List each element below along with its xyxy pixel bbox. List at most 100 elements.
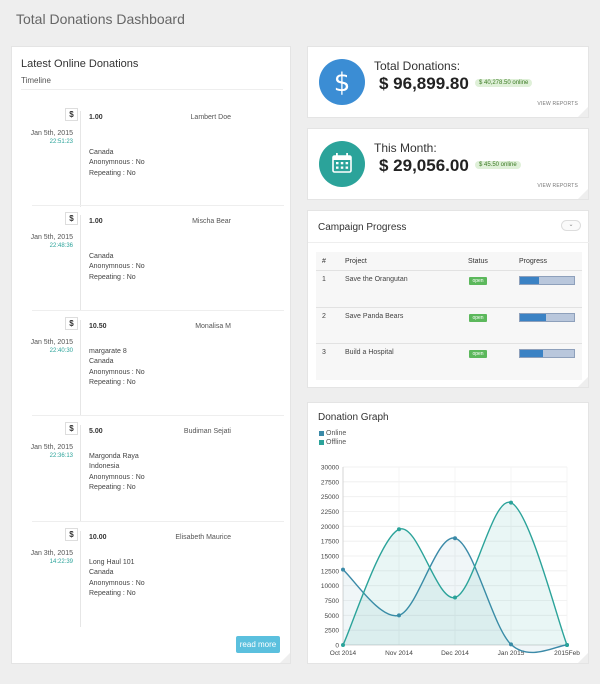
donations-panel: Latest Online Donations Timeline $1.00 La…: [11, 46, 291, 664]
donation-time: 22:36:13: [49, 453, 73, 459]
donor-name: Budiman Sejati: [183, 428, 231, 435]
donation-date: Jan 3th, 2015: [30, 550, 73, 557]
donation-detail: Repeating : No: [89, 589, 136, 597]
campaign-progress-panel: Campaign Progress ⌄ # Project Status Pro…: [307, 210, 590, 388]
donations-title: Latest Online Donations: [21, 58, 139, 70]
total-donations-label: Total Donations:: [374, 59, 461, 73]
donations-subtitle: Timeline: [21, 76, 51, 85]
timeline-line: [80, 111, 81, 207]
donation-entry: $1.00 Mischa Bear Jan 5th, 2015 22:48:36 Can…: [12, 205, 292, 311]
calendar-icon: [319, 141, 365, 187]
y-tick-label: 7500: [325, 598, 340, 605]
status-badge: open: [469, 350, 487, 358]
view-reports-link[interactable]: VIEW REPORTS: [537, 101, 578, 107]
donation-detail: Anonymnous : No: [89, 263, 145, 271]
col-header-project: Project: [345, 258, 367, 265]
table-row-divider: [316, 307, 582, 308]
donation-date: Jan 5th, 2015: [30, 130, 73, 137]
y-tick-label: 17500: [321, 539, 339, 546]
donation-graph-panel: Donation Graph Online Offline 0 2500 5000 7…: [307, 402, 589, 664]
this-month-value: $ 29,056.00: [379, 156, 469, 175]
donation-chart: 0 2500 5000 7500 10000 12500 15000 17500 20000 22…: [321, 465, 580, 658]
donation-amount: 10.00: [89, 534, 107, 541]
donation-time: 22:51:23: [49, 139, 73, 145]
donation-detail: Canada: [89, 358, 114, 366]
donation-date: Jan 5th, 2015: [30, 234, 73, 241]
total-donations-card: $ Total Donations: $ 96,899.80 $ 40,278.…: [307, 46, 589, 118]
y-tick-label: 27500: [321, 479, 339, 486]
donation-detail: Canada: [89, 149, 114, 156]
progress-bar-fill: [520, 350, 543, 357]
col-header-num: #: [322, 258, 326, 265]
donor-name: Elisabeth Maurice: [175, 534, 231, 541]
y-tick-label: 0: [335, 643, 339, 650]
donation-date: Jan 5th, 2015: [30, 444, 73, 451]
donation-amount: 1.00: [89, 114, 103, 121]
y-tick-label: 25000: [321, 494, 339, 501]
timeline-line: [80, 425, 81, 521]
donation-detail: margarate 8: [89, 348, 127, 355]
timeline-line: [80, 320, 81, 416]
donor-name: Monalisa M: [195, 323, 231, 330]
table-row-divider: [316, 343, 582, 344]
divider: [21, 89, 283, 90]
row-number: 2: [322, 313, 326, 320]
data-point-offline: [453, 595, 457, 600]
page-title: Total Donations Dashboard: [16, 11, 185, 27]
progress-bar-fill: [520, 314, 546, 321]
resize-corner: [578, 189, 588, 199]
x-tick-label: Dec 2014: [441, 650, 469, 657]
progress-bar: [519, 313, 575, 322]
divider: [32, 521, 284, 522]
donation-time: 22:40:30: [49, 348, 73, 354]
total-donations-value: $ 96,899.80: [379, 74, 469, 93]
view-reports-link[interactable]: VIEW REPORTS: [537, 183, 578, 189]
donation-entry: $10.50 Monalisa M Jan 5th, 2015 22:40:30 mar…: [12, 310, 292, 416]
row-project[interactable]: Save Panda Bears: [345, 313, 403, 320]
y-tick-label: 15000: [321, 554, 339, 561]
table-row-divider: [316, 270, 582, 271]
total-online-badge: $ 40,278.50 online: [475, 79, 533, 87]
y-tick-label: 10000: [321, 583, 339, 590]
status-badge: open: [469, 277, 487, 285]
resize-corner: [578, 107, 588, 117]
divider: [32, 415, 284, 416]
divider: [308, 242, 590, 243]
chevron-down-icon[interactable]: ⌄: [561, 220, 581, 231]
col-header-status: Status: [468, 258, 488, 265]
donation-detail: Anonymnous : No: [89, 579, 145, 587]
x-tick-label: Oct 2014: [330, 650, 357, 657]
read-more-button[interactable]: read more: [236, 636, 280, 653]
resize-corner: [280, 653, 290, 663]
donation-detail: Long Haul 101: [89, 559, 135, 566]
y-tick-label: 20000: [321, 524, 339, 531]
dollar-icon: $: [319, 59, 365, 105]
donation-amount: 10.50: [89, 323, 107, 330]
row-project[interactable]: Save the Orangutan: [345, 276, 408, 283]
data-point-online: [453, 536, 457, 541]
row-number: 3: [322, 349, 326, 356]
donation-detail: Repeating : No: [89, 483, 136, 491]
donation-entry: $1.00 Lambert Doe Jan 5th, 2015 22:51:23 Can…: [12, 101, 292, 207]
data-point-offline: [565, 643, 569, 647]
donation-entry: $5.00 Budiman Sejati Jan 5th, 2015 22:36:13…: [12, 415, 292, 521]
y-tick-label: 12500: [321, 568, 339, 575]
col-header-progress: Progress: [519, 258, 548, 265]
campaign-title: Campaign Progress: [318, 222, 407, 233]
donation-detail: Indonesia: [89, 463, 120, 471]
row-project[interactable]: Build a Hospital: [345, 349, 394, 356]
dollar-icon: $: [65, 317, 78, 330]
data-point-online: [341, 567, 345, 572]
data-point-offline: [341, 643, 345, 647]
donation-detail: Anonymnous : No: [89, 159, 145, 167]
donation-date: Jan 5th, 2015: [30, 339, 73, 346]
dollar-icon: $: [65, 212, 78, 225]
data-point-offline: [397, 527, 401, 532]
progress-bar: [519, 349, 575, 358]
donation-detail: Canada: [89, 253, 114, 260]
donation-detail: Repeating : No: [89, 169, 136, 177]
data-point-offline: [509, 500, 513, 505]
month-online-badge: $ 45.50 online: [475, 161, 521, 169]
donation-entry: $10.00 Elisabeth Maurice Jan 3th, 2015 14:2…: [12, 521, 292, 627]
progress-bar: [519, 276, 575, 285]
